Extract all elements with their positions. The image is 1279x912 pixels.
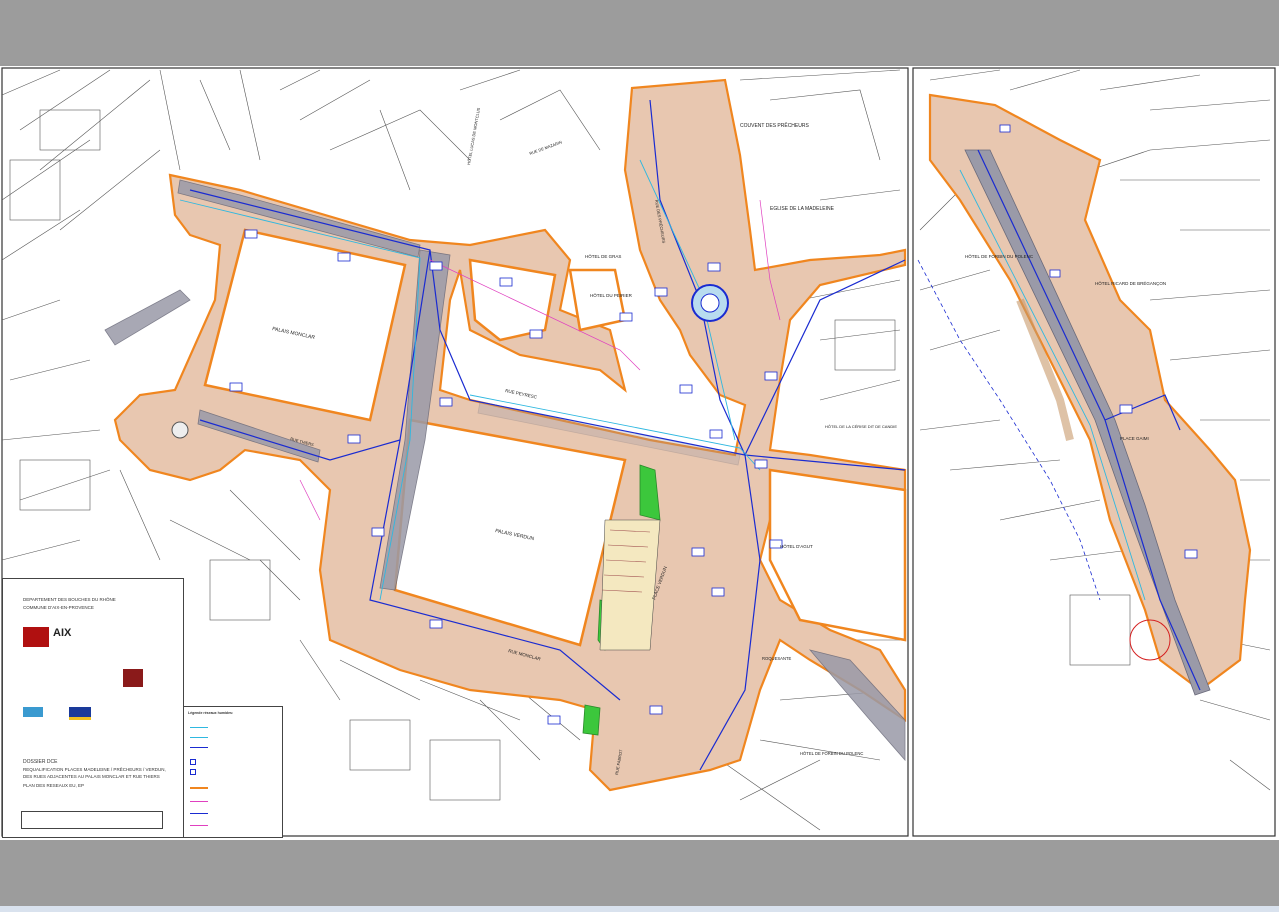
legend-swatch-box-2	[190, 769, 196, 775]
label-hotel-peirier: HÔTEL DU PEIRIER	[590, 292, 633, 298]
label-eglise: EGLISE DE LA MADELEINE	[770, 206, 835, 212]
label-place-gaimi: PLACE GAIMI	[1120, 436, 1149, 441]
aix-logo	[23, 627, 49, 647]
legend-swatch-blue	[190, 747, 208, 748]
legend-title: Légende réseaux humides:	[188, 711, 234, 715]
dossier-label: DOSSIER DCE	[23, 759, 58, 765]
plan-sheet[interactable]: PALAIS MONCLAR PALAIS VERDUN COUVENT DES…	[0, 66, 1279, 840]
title-commune: COMMUNE D'AIX-EN-PROVENCE	[23, 605, 94, 610]
label-hotel-ricard: HÔTEL RICARD DE BRÉGANÇON	[1095, 280, 1166, 286]
legend-swatch-cyan-2	[190, 737, 208, 738]
label-hotel-forbin-right-1: HÔTEL DE FORBIN DU POLENC	[965, 253, 1034, 259]
desc-line-1: REQUALIFICATION PLACES MADELEINE / PRÊCH…	[23, 767, 166, 772]
label-hotel-forbin: HÔTEL DE FORBIN DU POLENC	[800, 751, 863, 756]
reference-table	[21, 811, 163, 829]
label-hotel-agut: HÔTEL D'AGUT	[780, 543, 813, 549]
desc-line-2: DES RUES ADJACENTES AU PALAIS MONCLAR ET…	[23, 774, 160, 779]
label-roquesante: ROQUESANTE	[762, 656, 792, 661]
label-hotel-ceriste: HÔTEL DE LA CÉRISE DIT DE CANDIE	[825, 424, 897, 429]
terrace	[599, 519, 661, 651]
legend-swatch-cyan	[190, 727, 208, 728]
partner-logo-3	[69, 707, 91, 720]
partner-logo-2	[23, 707, 43, 717]
legend-swatch-magenta	[190, 801, 208, 802]
label-couvent: COUVENT DES PRÊCHEURS	[740, 121, 809, 129]
legend-swatch-magenta-2	[190, 825, 208, 826]
partner-logo	[123, 669, 143, 687]
legend-swatch-blue-2	[190, 813, 208, 814]
aix-logo-text: AIX	[53, 627, 72, 639]
top-toolbar-area	[0, 0, 1279, 64]
title-block: DEPARTEMENT DES BOUCHES DU RHÔNE COMMUNE…	[2, 578, 184, 838]
fountain-monclar	[171, 421, 189, 439]
legend-swatch-box	[190, 759, 196, 765]
legend-box: Légende réseaux humides:	[183, 706, 283, 838]
label-hotel-gras: HÔTEL DE GRAS	[585, 253, 621, 259]
status-strip	[0, 906, 1279, 912]
desc-line-3: PLAN DES RESEAUX EU, EP	[23, 783, 85, 788]
bottom-toolbar-area	[0, 840, 1279, 906]
title-dept: DEPARTEMENT DES BOUCHES DU RHÔNE	[23, 597, 116, 602]
legend-swatch-orange	[190, 787, 208, 789]
